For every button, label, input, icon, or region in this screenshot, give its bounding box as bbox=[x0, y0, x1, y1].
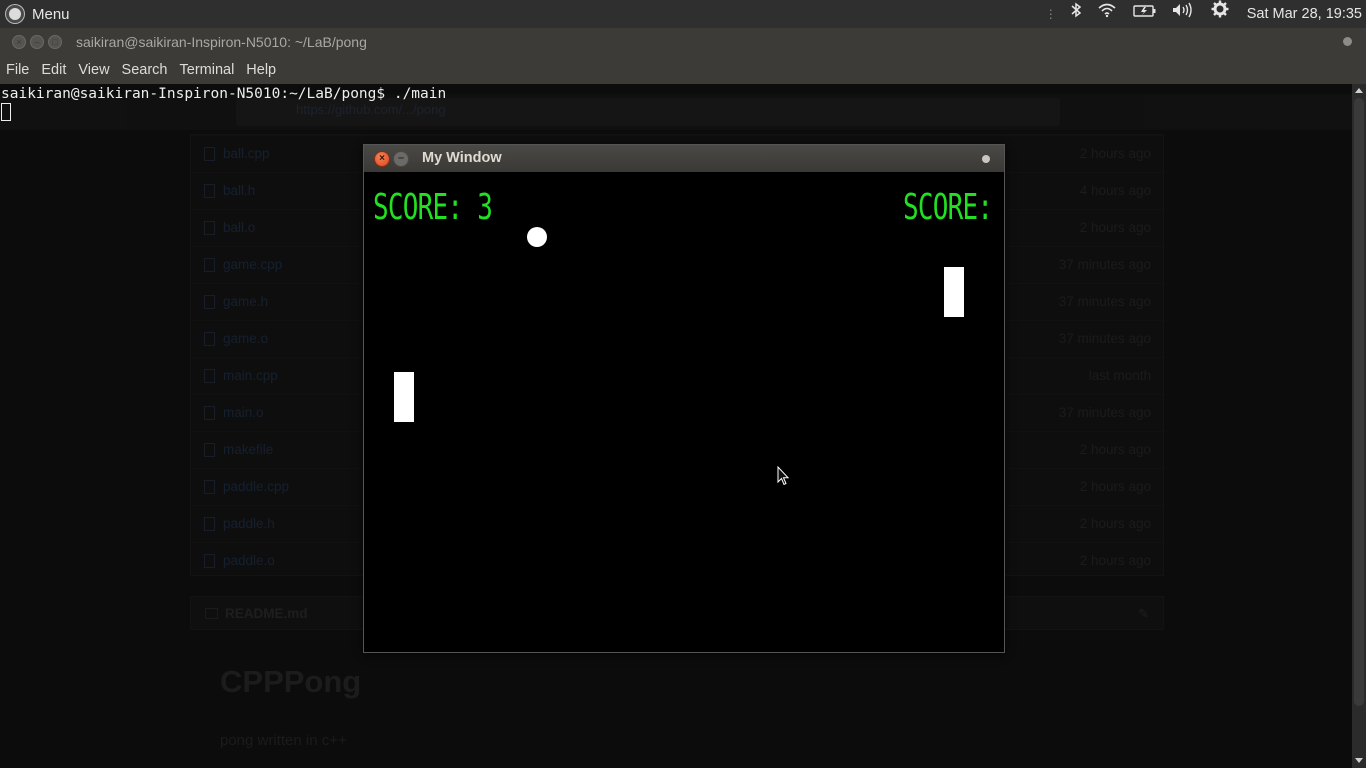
battery-icon[interactable] bbox=[1127, 0, 1163, 28]
volume-icon[interactable] bbox=[1163, 0, 1201, 28]
file-icon bbox=[204, 554, 215, 568]
desktop: Menu ⋮ Sat Mar 28, 19:35 × – □ saikiran@… bbox=[0, 0, 1366, 768]
bg-file-age: 2 hours ago bbox=[1079, 442, 1151, 457]
scroll-down-arrow-icon[interactable] bbox=[1355, 758, 1363, 763]
bg-file-age: 37 minutes ago bbox=[1058, 331, 1151, 346]
terminal-prompt-line: saikiran@saikiran-Inspiron-N5010:~/LaB/p… bbox=[1, 86, 447, 102]
file-icon bbox=[204, 369, 215, 383]
score-right: SCORE: 4 bbox=[903, 187, 1004, 228]
terminal-close-icon[interactable]: × bbox=[12, 35, 26, 49]
file-icon bbox=[204, 480, 215, 494]
bg-file-age: 2 hours ago bbox=[1079, 553, 1151, 568]
system-tray: ⋮ Sat Mar 28, 19:35 bbox=[1045, 0, 1366, 28]
menu-terminal[interactable]: Terminal bbox=[180, 62, 235, 78]
bg-readme-description: pong written in c++ bbox=[220, 732, 347, 749]
menu-label: Menu bbox=[32, 5, 70, 23]
file-icon bbox=[204, 147, 215, 161]
file-icon bbox=[204, 332, 215, 346]
settings-gear-icon[interactable] bbox=[1201, 0, 1239, 28]
book-icon bbox=[205, 608, 218, 619]
mouse-pointer-icon bbox=[777, 466, 789, 486]
bg-file-name: main.cpp bbox=[223, 368, 278, 383]
file-icon bbox=[204, 295, 215, 309]
pencil-icon: ✎ bbox=[1138, 606, 1149, 621]
bg-file-age: 37 minutes ago bbox=[1058, 257, 1151, 272]
menu-view[interactable]: View bbox=[78, 62, 109, 78]
terminal-minimize-icon[interactable]: – bbox=[30, 35, 44, 49]
menu-help[interactable]: Help bbox=[246, 62, 276, 78]
terminal-maximize-icon[interactable]: □ bbox=[48, 35, 62, 49]
scrollbar-thumb[interactable] bbox=[1354, 98, 1364, 706]
bg-file-age: 4 hours ago bbox=[1079, 183, 1151, 198]
bg-file-age: last month bbox=[1088, 368, 1151, 383]
bg-file-age: 2 hours ago bbox=[1079, 146, 1151, 161]
paddle-left bbox=[394, 372, 414, 422]
terminal-cursor bbox=[1, 103, 11, 121]
bg-file-name: paddle.o bbox=[223, 553, 275, 568]
top-panel: Menu ⋮ Sat Mar 28, 19:35 bbox=[0, 0, 1366, 28]
bg-file-name: game.cpp bbox=[223, 257, 283, 272]
bg-file-age: 2 hours ago bbox=[1079, 516, 1151, 531]
terminal-menu-dot-icon[interactable] bbox=[1343, 37, 1352, 46]
wifi-icon[interactable] bbox=[1087, 0, 1127, 28]
game-window-titlebar[interactable]: × – My Window bbox=[364, 145, 1004, 172]
scroll-up-arrow-icon[interactable] bbox=[1355, 88, 1363, 93]
tray-separator-icon: ⋮ bbox=[1044, 7, 1057, 21]
file-icon bbox=[204, 184, 215, 198]
terminal-menubar: File Edit View Search Terminal Help bbox=[0, 56, 1366, 84]
bg-file-name: ball.h bbox=[223, 183, 256, 198]
bg-file-age: 2 hours ago bbox=[1079, 479, 1151, 494]
bg-file-age: 37 minutes ago bbox=[1058, 405, 1151, 420]
game-window-title: My Window bbox=[422, 150, 502, 166]
bg-file-name: paddle.cpp bbox=[223, 479, 290, 494]
game-window: × – My Window SCORE: 3 SCORE: 4 bbox=[363, 144, 1005, 653]
close-icon[interactable]: × bbox=[374, 151, 390, 167]
bg-url-text: https://github.com/.../pong bbox=[296, 102, 446, 117]
menu-search[interactable]: Search bbox=[122, 62, 168, 78]
bg-readme-label: README.md bbox=[225, 606, 308, 621]
score-left: SCORE: 3 bbox=[373, 187, 493, 228]
paddle-right bbox=[944, 267, 964, 317]
bg-file-name: paddle.h bbox=[223, 516, 275, 531]
game-canvas[interactable]: SCORE: 3 SCORE: 4 bbox=[364, 172, 1004, 652]
terminal-title: saikiran@saikiran-Inspiron-N5010: ~/LaB/… bbox=[76, 34, 367, 50]
bg-file-name: ball.cpp bbox=[223, 146, 270, 161]
ball bbox=[527, 227, 547, 247]
bg-file-age: 37 minutes ago bbox=[1058, 294, 1151, 309]
bg-readme-title: CPPPong bbox=[220, 664, 362, 699]
bg-file-name: game.o bbox=[223, 331, 269, 346]
menu-file[interactable]: File bbox=[6, 62, 29, 78]
file-icon bbox=[204, 258, 215, 272]
window-menu-dot-icon[interactable] bbox=[982, 155, 990, 163]
clock[interactable]: Sat Mar 28, 19:35 bbox=[1247, 6, 1362, 22]
file-icon bbox=[204, 221, 215, 235]
ubuntu-logo-icon bbox=[6, 5, 24, 23]
bg-file-name: game.h bbox=[223, 294, 269, 309]
file-icon bbox=[204, 517, 215, 531]
bg-file-name: makefile bbox=[223, 442, 274, 457]
terminal-titlebar[interactable]: × – □ saikiran@saikiran-Inspiron-N5010: … bbox=[0, 28, 1366, 56]
bg-file-name: ball.o bbox=[223, 220, 256, 235]
menu-edit[interactable]: Edit bbox=[41, 62, 66, 78]
bluetooth-icon[interactable] bbox=[1065, 0, 1087, 28]
file-icon bbox=[204, 406, 215, 420]
minimize-icon[interactable]: – bbox=[393, 151, 409, 167]
bg-file-name: main.o bbox=[223, 405, 264, 420]
menu-button[interactable]: Menu bbox=[0, 0, 70, 28]
file-icon bbox=[204, 443, 215, 457]
bg-file-age: 2 hours ago bbox=[1079, 220, 1151, 235]
